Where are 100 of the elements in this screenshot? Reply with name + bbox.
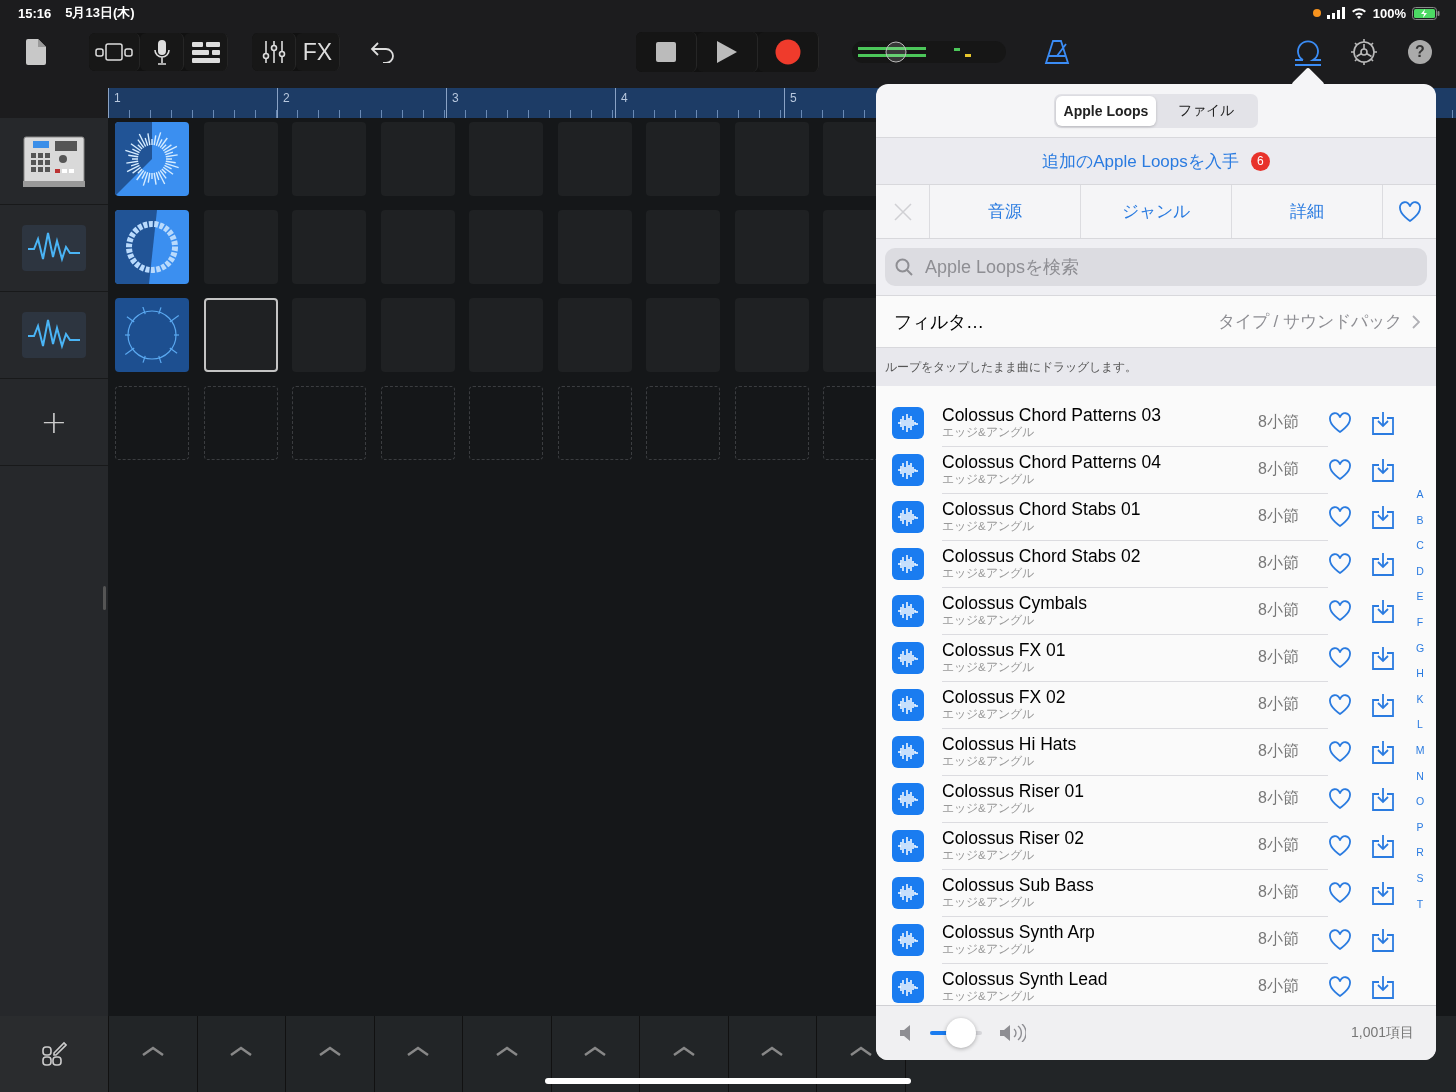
heart-icon[interactable] [1328,693,1352,716]
index-letter[interactable]: K [1416,692,1424,719]
loop-row[interactable]: Colossus Sub Bass エッジ&アングル 8小節 [892,869,1404,916]
download-icon[interactable] [1372,645,1394,670]
loop-cell[interactable] [115,298,189,372]
loop-browser-icon[interactable] [1294,38,1322,66]
filter-value: タイプ / サウンドパック [1217,311,1402,333]
loop-row[interactable]: Colossus Chord Patterns 04 エッジ&アングル 8小節 [892,446,1404,493]
index-letter[interactable]: E [1416,590,1424,616]
download-icon[interactable] [1372,551,1394,576]
browse-tab[interactable]: 詳細 [1232,185,1383,238]
filter-row[interactable]: フィルタ… タイプ / サウンドパック [876,296,1436,348]
download-icon[interactable] [1372,833,1394,858]
heart-icon[interactable] [1328,787,1352,810]
stop-button[interactable] [636,32,697,72]
index-letter[interactable]: O [1415,795,1425,821]
fx-button[interactable]: FX [296,33,340,71]
resize-handle[interactable] [103,586,106,610]
download-icon[interactable] [1372,927,1394,952]
index-letter[interactable]: F [1416,615,1424,642]
chevron-up-icon[interactable] [495,1046,518,1056]
index-letter[interactable]: R [1416,846,1424,872]
loop-row[interactable]: Colossus FX 01 エッジ&アングル 8小節 [892,634,1404,681]
search-field[interactable]: Apple Loopsを検索 [885,248,1427,286]
heart-icon[interactable] [1328,599,1352,622]
edit-cells-icon[interactable] [41,1041,67,1067]
download-icon[interactable] [1372,880,1394,905]
download-icon[interactable] [1372,786,1394,811]
chevron-up-icon[interactable] [407,1046,430,1056]
battery-charging-icon [1412,6,1440,20]
heart-icon[interactable] [1328,740,1352,763]
index-letter[interactable]: N [1416,769,1424,796]
download-icon[interactable] [1372,504,1394,529]
download-icon[interactable] [1372,974,1394,999]
loop-pack: エッジ&アングル [942,660,1035,674]
download-icon[interactable] [1372,739,1394,764]
segment-tab[interactable]: Apple Loops [1056,95,1156,126]
drag-hint: ループをタップしたまま曲にドラッグします。 [885,358,1137,376]
audio-waveform-icon[interactable] [22,225,86,271]
index-letter[interactable]: A [1416,488,1424,514]
volume-slider[interactable] [930,1018,982,1048]
heart-icon[interactable] [1328,505,1352,528]
loop-row[interactable]: Colossus Cymbals エッジ&アングル 8小節 [892,587,1404,634]
heart-icon[interactable] [1328,458,1352,481]
get-more-loops-link[interactable]: 追加のApple Loopsを入手 [1042,149,1239,173]
record-button[interactable] [758,32,819,72]
heart-icon[interactable] [1328,881,1352,904]
index-letter[interactable]: T [1416,897,1424,924]
loop-cell[interactable] [115,122,189,196]
browse-tab[interactable]: ジャンル [1081,185,1232,238]
chevron-up-icon[interactable] [141,1046,164,1056]
undo-icon[interactable] [370,41,396,63]
heart-icon[interactable] [1328,975,1352,998]
browse-tab[interactable]: 音源 [930,185,1081,238]
index-letter[interactable]: C [1416,539,1424,565]
empty-cell[interactable] [203,298,278,372]
download-icon[interactable] [1372,457,1394,482]
help-button[interactable]: ? [1408,40,1432,64]
add-track-button[interactable]: + [34,402,74,442]
chevron-up-icon[interactable] [672,1046,695,1056]
document-icon[interactable] [26,39,46,65]
chevron-up-icon[interactable] [761,1046,784,1056]
settings-icon[interactable] [1350,38,1378,66]
loop-row[interactable]: Colossus Synth Arp エッジ&アングル 8小節 [892,916,1404,963]
play-button[interactable] [697,32,758,72]
index-letter[interactable]: G [1415,641,1425,668]
heart-icon[interactable] [1328,928,1352,951]
index-letter[interactable]: L [1417,718,1423,744]
download-icon[interactable] [1372,410,1394,435]
audio-loop-icon [892,735,924,768]
loop-row[interactable]: Colossus Riser 02 エッジ&アングル 8小節 [892,822,1404,869]
loop-row[interactable]: Colossus FX 02 エッジ&アングル 8小節 [892,681,1404,728]
index-letter[interactable]: B [1416,513,1424,540]
microphone-button[interactable] [140,33,184,71]
audio-waveform-icon[interactable] [22,312,86,358]
heart-icon[interactable] [1328,411,1352,434]
loop-row[interactable]: Colossus Chord Stabs 01 エッジ&アングル 8小節 [892,493,1404,540]
chevron-up-icon[interactable] [230,1046,253,1056]
loop-row[interactable]: Colossus Chord Stabs 02 エッジ&アングル 8小節 [892,540,1404,587]
chevron-up-icon[interactable] [318,1046,341,1056]
loop-row[interactable]: Colossus Hi Hats エッジ&アングル 8小節 [892,728,1404,775]
drum-machine-icon[interactable] [23,135,85,187]
index-letter[interactable]: P [1416,820,1424,847]
heart-icon[interactable] [1328,646,1352,669]
loop-row[interactable]: Colossus Riser 01 エッジ&アングル 8小節 [892,775,1404,822]
loop-cell[interactable] [115,210,189,284]
tracks-view-button[interactable] [89,33,140,71]
download-icon[interactable] [1372,692,1394,717]
chevron-up-icon[interactable] [849,1046,872,1056]
mixer-button[interactable] [252,33,296,71]
heart-icon[interactable] [1328,834,1352,857]
metronome-icon[interactable] [1044,39,1070,65]
index-letter[interactable]: H [1416,667,1424,693]
download-icon[interactable] [1372,598,1394,623]
index-letter[interactable]: S [1416,871,1424,898]
index-letter[interactable]: D [1416,564,1424,591]
heart-icon[interactable] [1328,552,1352,575]
index-letter[interactable]: M [1415,743,1425,770]
loop-row[interactable]: Colossus Chord Patterns 03 エッジ&アングル 8小節 [892,399,1404,446]
chevron-up-icon[interactable] [584,1046,607,1056]
